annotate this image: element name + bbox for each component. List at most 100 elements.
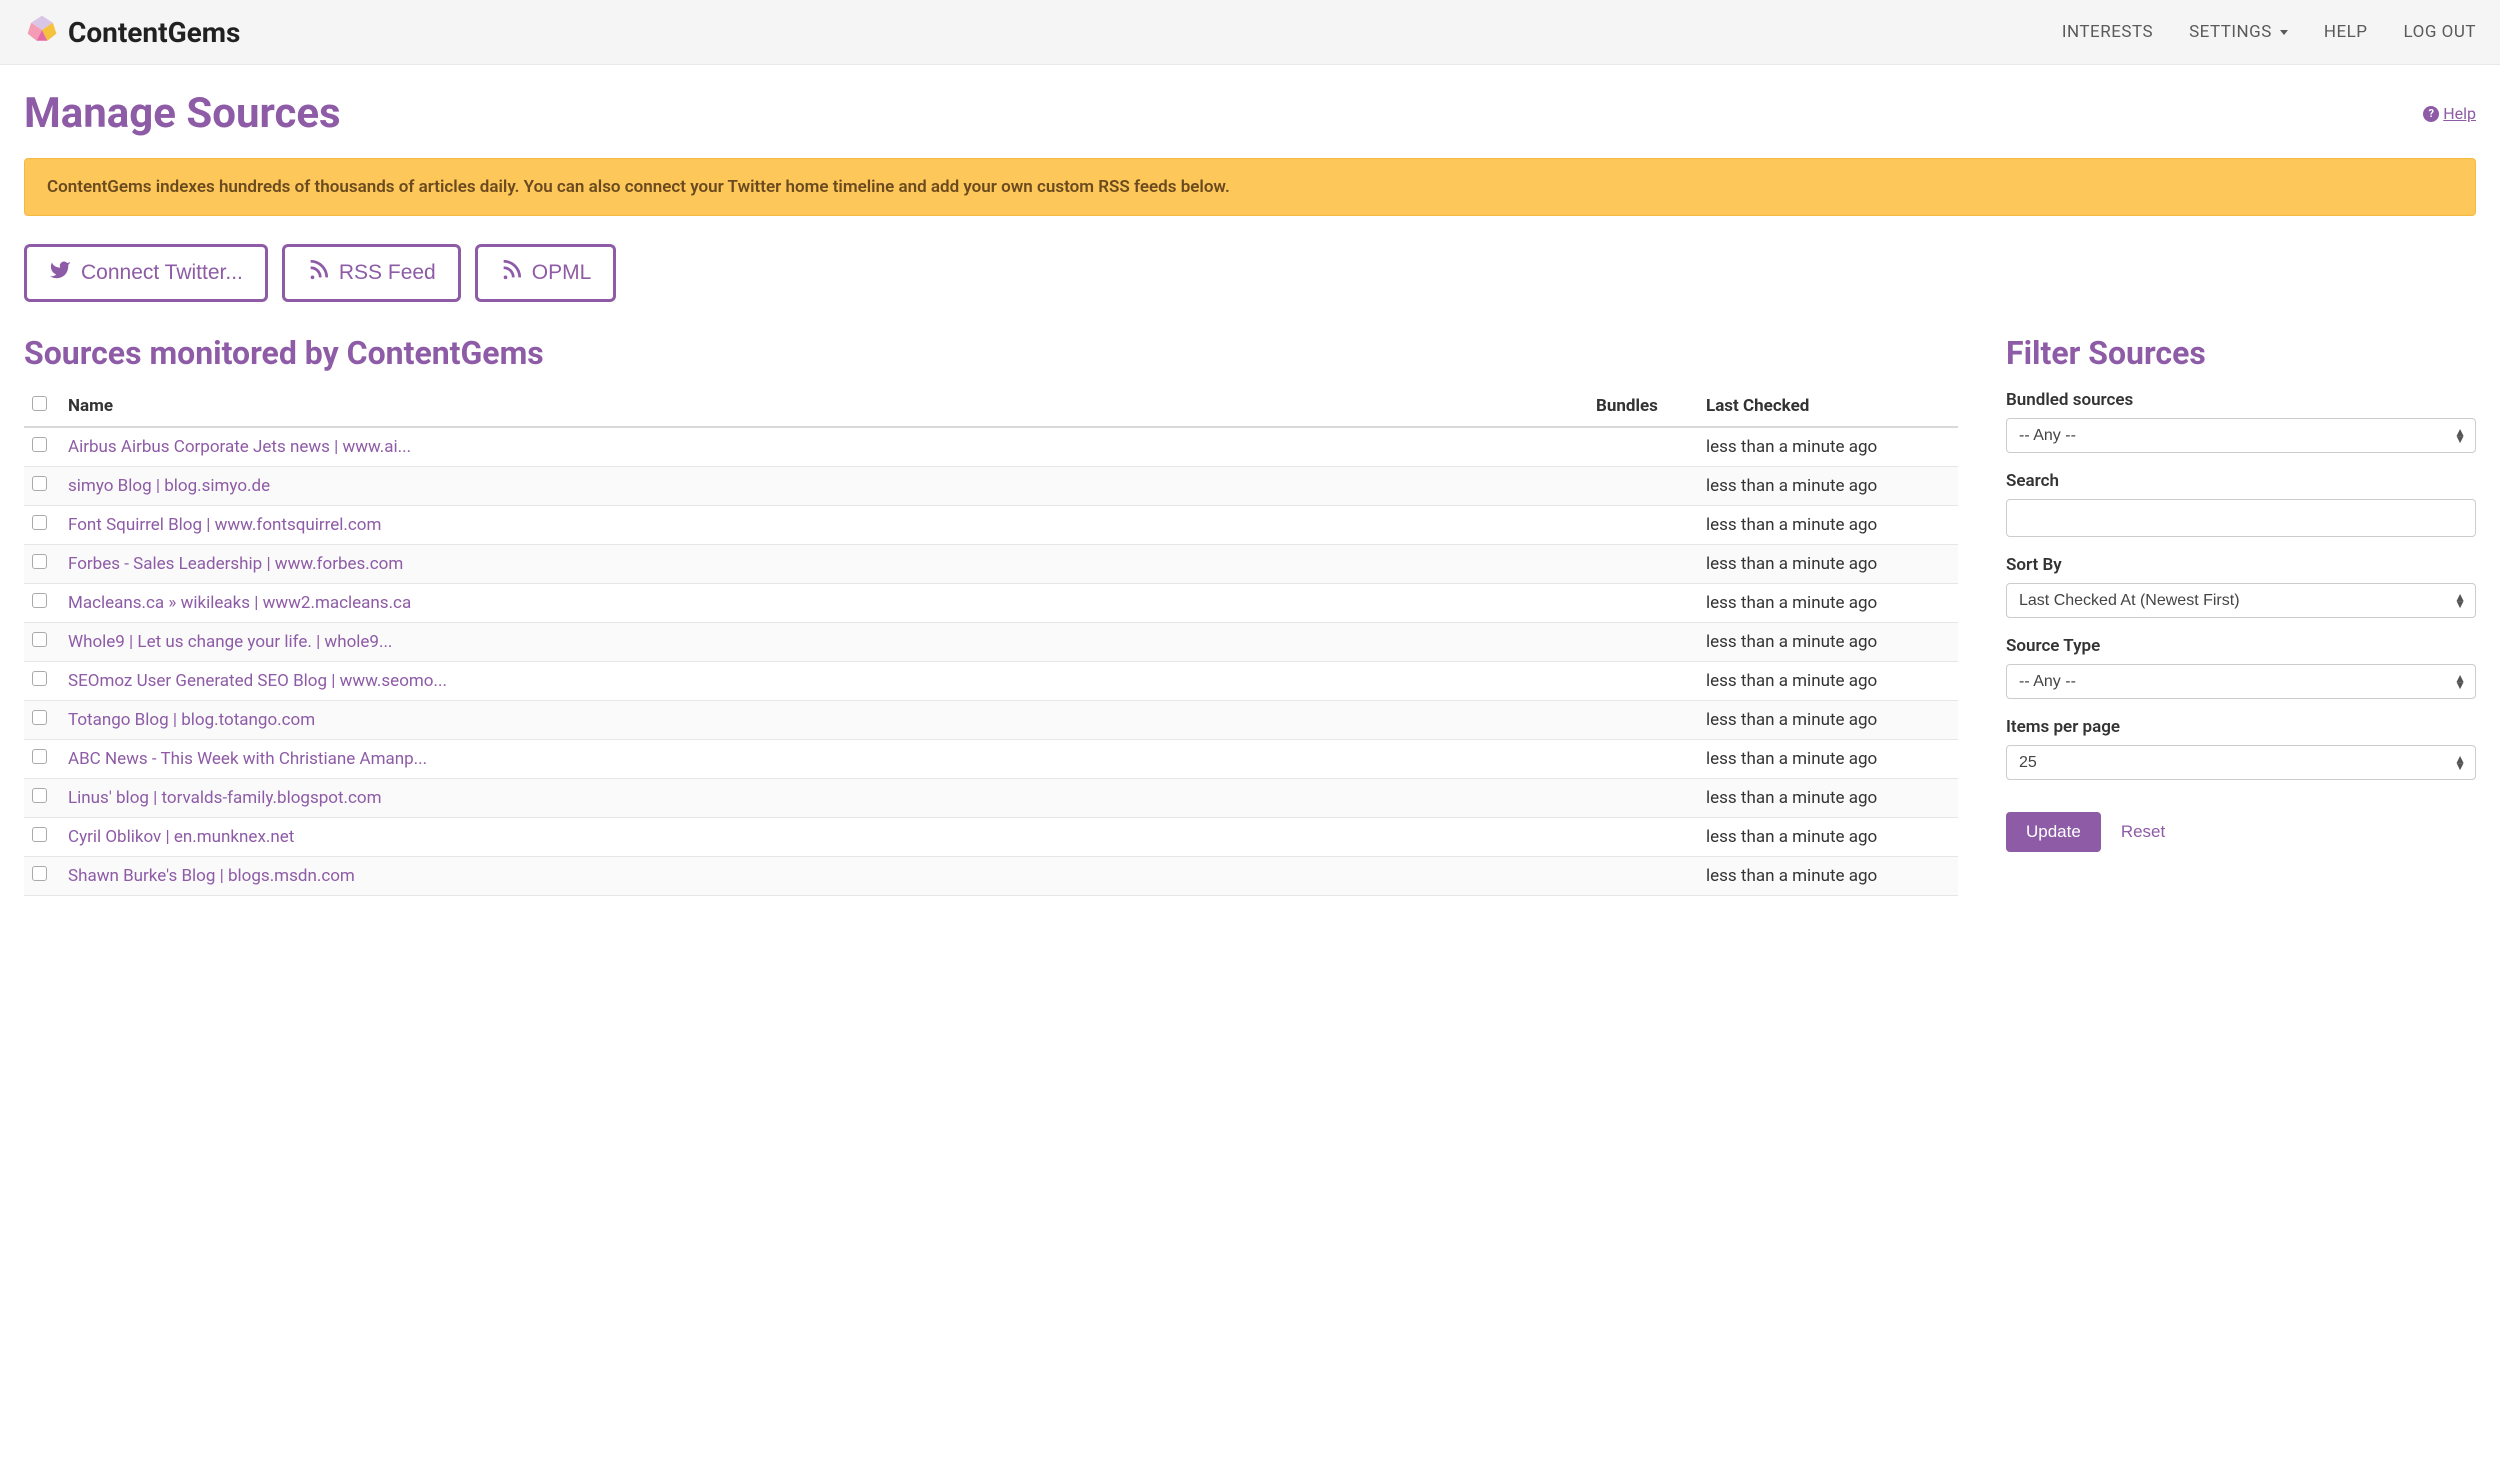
nav-settings[interactable]: SETTINGS [2189, 22, 2288, 42]
row-checkbox[interactable] [32, 866, 47, 881]
table-row: ABC News - This Week with Christiane Ama… [24, 740, 1958, 779]
source-last-checked: less than a minute ago [1698, 857, 1958, 896]
row-checkbox[interactable] [32, 671, 47, 686]
source-last-checked: less than a minute ago [1698, 427, 1958, 467]
rss-icon [500, 259, 522, 287]
source-name-link[interactable]: Totango Blog | blog.totango.com [68, 710, 315, 730]
logo-icon [24, 12, 60, 52]
reset-button[interactable]: Reset [2121, 822, 2165, 842]
table-row: Forbes - Sales Leadership | www.forbes.c… [24, 545, 1958, 584]
source-bundles [1588, 545, 1698, 584]
source-last-checked: less than a minute ago [1698, 545, 1958, 584]
caret-down-icon [2280, 30, 2288, 35]
sort-label: Sort By [2006, 555, 2476, 575]
table-row: Whole9 | Let us change your life. | whol… [24, 623, 1958, 662]
source-bundles [1588, 662, 1698, 701]
update-button[interactable]: Update [2006, 812, 2101, 852]
table-row: Shawn Burke's Blog | blogs.msdn.com less … [24, 857, 1958, 896]
source-last-checked: less than a minute ago [1698, 701, 1958, 740]
source-bundles [1588, 506, 1698, 545]
source-bundles [1588, 857, 1698, 896]
source-last-checked: less than a minute ago [1698, 662, 1958, 701]
nav-logout[interactable]: LOG OUT [2404, 22, 2476, 42]
opml-label: OPML [532, 261, 592, 285]
page-header: Manage Sources ? Help [24, 89, 2476, 138]
rss-feed-button[interactable]: RSS Feed [282, 244, 461, 302]
sources-section-title: Sources monitored by ContentGems [24, 334, 1958, 372]
row-checkbox[interactable] [32, 749, 47, 764]
nav-help[interactable]: HELP [2324, 22, 2368, 42]
source-name-link[interactable]: Whole9 | Let us change your life. | whol… [68, 632, 392, 652]
connect-twitter-button[interactable]: Connect Twitter... [24, 244, 268, 302]
table-row: simyo Blog | blog.simyo.de less than a mi… [24, 467, 1958, 506]
filter-title: Filter Sources [2006, 334, 2476, 372]
source-bundles [1588, 467, 1698, 506]
select-all-checkbox[interactable] [32, 396, 47, 411]
sort-select[interactable]: Last Checked At (Newest First) [2006, 583, 2476, 618]
source-name-link[interactable]: Shawn Burke's Blog | blogs.msdn.com [68, 866, 355, 886]
source-buttons: Connect Twitter... RSS Feed OPML [24, 244, 2476, 302]
source-last-checked: less than a minute ago [1698, 623, 1958, 662]
source-last-checked: less than a minute ago [1698, 506, 1958, 545]
source-bundles [1588, 740, 1698, 779]
per-page-label: Items per page [2006, 717, 2476, 737]
twitter-icon [49, 259, 71, 287]
row-checkbox[interactable] [32, 632, 47, 647]
question-icon: ? [2423, 106, 2439, 122]
nav-settings-label: SETTINGS [2189, 22, 2272, 42]
nav-interests[interactable]: INTERESTS [2062, 22, 2153, 42]
brand-logo[interactable]: ContentGems [24, 12, 240, 52]
source-name-link[interactable]: Font Squirrel Blog | www.fontsquirrel.co… [68, 515, 381, 535]
per-page-select[interactable]: 25 [2006, 745, 2476, 780]
opml-button[interactable]: OPML [475, 244, 617, 302]
rss-feed-label: RSS Feed [339, 261, 436, 285]
navbar: ContentGems INTERESTS SETTINGS HELP LOG … [0, 0, 2500, 65]
source-bundles [1588, 779, 1698, 818]
table-row: Totango Blog | blog.totango.com less than… [24, 701, 1958, 740]
source-last-checked: less than a minute ago [1698, 467, 1958, 506]
info-banner: ContentGems indexes hundreds of thousand… [24, 158, 2476, 216]
row-checkbox[interactable] [32, 710, 47, 725]
table-row: SEOmoz User Generated SEO Blog | www.seo… [24, 662, 1958, 701]
source-name-link[interactable]: ABC News - This Week with Christiane Ama… [68, 749, 427, 769]
source-name-link[interactable]: Linus' blog | torvalds-family.blogspot.c… [68, 788, 382, 808]
source-last-checked: less than a minute ago [1698, 779, 1958, 818]
page-title: Manage Sources [24, 89, 341, 138]
column-name: Name [60, 386, 1588, 427]
row-checkbox[interactable] [32, 437, 47, 452]
table-row: Font Squirrel Blog | www.fontsquirrel.co… [24, 506, 1958, 545]
row-checkbox[interactable] [32, 788, 47, 803]
connect-twitter-label: Connect Twitter... [81, 261, 243, 285]
nav-links: INTERESTS SETTINGS HELP LOG OUT [2062, 22, 2476, 42]
search-input[interactable] [2006, 499, 2476, 537]
table-row: Linus' blog | torvalds-family.blogspot.c… [24, 779, 1958, 818]
source-bundles [1588, 584, 1698, 623]
source-name-link[interactable]: SEOmoz User Generated SEO Blog | www.seo… [68, 671, 447, 691]
source-last-checked: less than a minute ago [1698, 740, 1958, 779]
search-label: Search [2006, 471, 2476, 491]
source-bundles [1588, 427, 1698, 467]
row-checkbox[interactable] [32, 554, 47, 569]
table-row: Airbus Airbus Corporate Jets news | www.… [24, 427, 1958, 467]
row-checkbox[interactable] [32, 476, 47, 491]
source-name-link[interactable]: simyo Blog | blog.simyo.de [68, 476, 270, 496]
source-bundles [1588, 701, 1698, 740]
row-checkbox[interactable] [32, 593, 47, 608]
table-row: Macleans.ca » wikileaks | www2.macleans.… [24, 584, 1958, 623]
type-label: Source Type [2006, 636, 2476, 656]
rss-icon [307, 259, 329, 287]
type-select[interactable]: -- Any -- [2006, 664, 2476, 699]
bundled-select[interactable]: -- Any -- [2006, 418, 2476, 453]
source-name-link[interactable]: Cyril Oblikov | en.munknex.net [68, 827, 294, 847]
source-name-link[interactable]: Airbus Airbus Corporate Jets news | www.… [68, 437, 411, 457]
row-checkbox[interactable] [32, 515, 47, 530]
bundled-label: Bundled sources [2006, 390, 2476, 410]
help-link[interactable]: ? Help [2423, 104, 2476, 123]
source-name-link[interactable]: Forbes - Sales Leadership | www.forbes.c… [68, 554, 403, 574]
row-checkbox[interactable] [32, 827, 47, 842]
source-bundles [1588, 623, 1698, 662]
column-bundles: Bundles [1588, 386, 1698, 427]
source-name-link[interactable]: Macleans.ca » wikileaks | www2.macleans.… [68, 593, 411, 613]
table-row: Cyril Oblikov | en.munknex.netless than … [24, 818, 1958, 857]
sources-table: Name Bundles Last Checked Airbus Airbus … [24, 386, 1958, 896]
